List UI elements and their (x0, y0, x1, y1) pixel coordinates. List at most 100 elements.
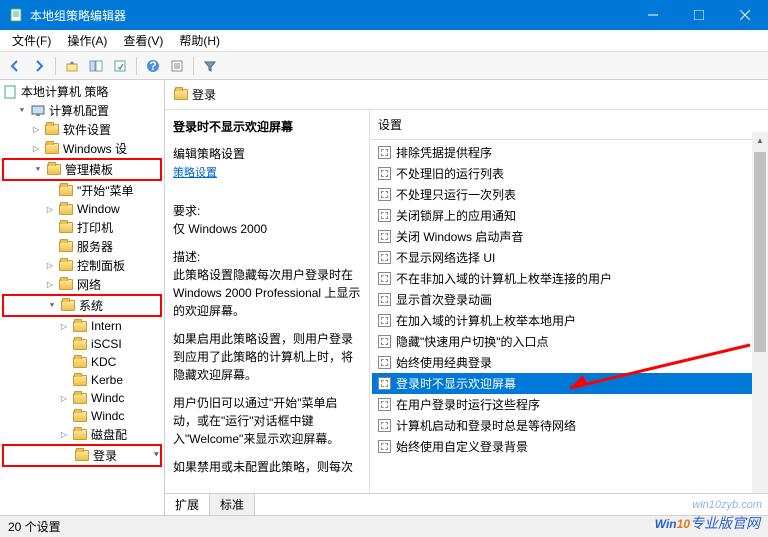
properties-button[interactable] (166, 55, 188, 77)
watermark: win10zyb.com (692, 499, 762, 511)
window-title: 本地组策略编辑器 (30, 7, 630, 24)
requirements-label: 要求: (173, 202, 361, 220)
setting-item[interactable]: 不处理只运行一次列表 (372, 184, 766, 205)
scrollbar-vertical[interactable]: ▲ (752, 132, 768, 493)
tree-label: 系统 (79, 297, 103, 314)
statusbar: 20 个设置 (0, 515, 768, 537)
setting-item[interactable]: 关闭 Windows 启动声音 (372, 226, 766, 247)
forward-button[interactable] (28, 55, 50, 77)
chevron-right-icon[interactable]: ▷ (58, 429, 70, 441)
setting-label: 不显示网络选择 UI (396, 249, 495, 266)
tree-item[interactable]: Kerbe (2, 371, 162, 389)
show-hide-tree-button[interactable] (85, 55, 107, 77)
setting-item[interactable]: 始终使用自定义登录背景 (372, 436, 766, 457)
close-button[interactable] (722, 0, 768, 30)
folder-icon (58, 184, 74, 198)
setting-item[interactable]: 关闭锁屏上的应用通知 (372, 205, 766, 226)
description-text: 用户仍旧可以通过"开始"菜单启动，或在"运行"对话框中键入"Welcome"来显… (173, 394, 361, 448)
tree-printers[interactable]: 打印机 (2, 218, 162, 237)
tree-software-settings[interactable]: ▷ 软件设置 (2, 120, 162, 139)
right-header-title: 登录 (192, 86, 216, 103)
tree-item[interactable]: iSCSI (2, 335, 162, 353)
tree-label: 网络 (77, 276, 101, 293)
policy-settings-link[interactable]: 策略设置 (173, 164, 217, 180)
scroll-up-icon[interactable]: ▲ (752, 132, 768, 148)
scrollbar-thumb[interactable] (754, 152, 766, 352)
tab-extended[interactable]: 扩展 (165, 494, 210, 515)
help-button[interactable]: ? (142, 55, 164, 77)
tree-network[interactable]: ▷ 网络 (2, 275, 162, 294)
back-button[interactable] (4, 55, 26, 77)
tree-item[interactable]: ▷ Windc (2, 389, 162, 407)
setting-item[interactable]: 不在非加入域的计算机上枚举连接的用户 (372, 268, 766, 289)
tree-item[interactable]: Windc (2, 407, 162, 425)
setting-item[interactable]: 在用户登录时运行这些程序 (372, 394, 766, 415)
description-text: 如果启用此策略设置，则用户登录到应用了此策略的计算机上时，将隐藏欢迎屏幕。 (173, 330, 361, 384)
setting-label: 关闭 Windows 启动声音 (396, 228, 523, 245)
setting-item[interactable]: 始终使用经典登录 (372, 352, 766, 373)
setting-item[interactable]: 在加入域的计算机上枚举本地用户 (372, 310, 766, 331)
maximize-button[interactable] (676, 0, 722, 30)
tree-item[interactable]: KDC (2, 353, 162, 371)
minimize-button[interactable] (630, 0, 676, 30)
chevron-right-icon[interactable]: ▷ (44, 260, 56, 272)
menu-action[interactable]: 操作(A) (59, 30, 115, 51)
setting-label: 排除凭据提供程序 (396, 144, 492, 161)
setting-item[interactable]: 登录时不显示欢迎屏幕 (372, 373, 766, 394)
tree-server[interactable]: 服务器 (2, 237, 162, 256)
tree-computer-config[interactable]: ⯆ 计算机配置 (2, 101, 162, 120)
policy-icon (376, 376, 392, 392)
up-button[interactable] (61, 55, 83, 77)
chevron-right-icon[interactable]: ▷ (58, 320, 70, 332)
description-panel: 登录时不显示欢迎屏幕 编辑策略设置 策略设置 要求: 仅 Windows 200… (165, 110, 370, 493)
toolbar: ? (0, 52, 768, 80)
tree-start-menu[interactable]: "开始"菜单 (2, 181, 162, 200)
tree-label: 计算机配置 (49, 102, 109, 119)
description-text: 此策略设置隐藏每次用户登录时在 Windows 2000 Professiona… (173, 266, 361, 320)
tree-label: 软件设置 (63, 121, 111, 138)
chevron-down-icon[interactable]: ⯆ (16, 105, 28, 117)
tree-root[interactable]: 本地计算机 策略 (2, 82, 162, 101)
setting-item[interactable]: 计算机启动和登录时总是等待网络 (372, 415, 766, 436)
tree-admin-templates[interactable]: ⯆ 管理模板 (2, 158, 162, 181)
chevron-right-icon[interactable]: ▷ (44, 203, 56, 215)
tree-windows-components[interactable]: ▷ Window (2, 200, 162, 218)
chevron-down-icon[interactable]: ⯆ (46, 300, 58, 312)
chevron-right-icon[interactable]: ▷ (30, 143, 42, 155)
setting-item[interactable]: 显示首次登录动画 (372, 289, 766, 310)
tree-panel[interactable]: 本地计算机 策略 ⯆ 计算机配置 ▷ 软件设置 ▷ Windows 设 ⯆ 管理… (0, 80, 165, 515)
tree-system[interactable]: ⯆ 系统 (2, 294, 162, 317)
tree-login[interactable]: 登录 ⯆ (2, 444, 162, 467)
setting-label: 登录时不显示欢迎屏幕 (396, 375, 516, 392)
setting-label: 在用户登录时运行这些程序 (396, 396, 540, 413)
tree-item[interactable]: ▷ Intern (2, 317, 162, 335)
tree-control-panel[interactable]: ▷ 控制面板 (2, 256, 162, 275)
menubar: 文件(F) 操作(A) 查看(V) 帮助(H) (0, 30, 768, 52)
settings-list[interactable]: 排除凭据提供程序不处理旧的运行列表不处理只运行一次列表关闭锁屏上的应用通知关闭 … (370, 140, 768, 493)
menu-view[interactable]: 查看(V) (115, 30, 171, 51)
chevron-right-icon[interactable]: ▷ (44, 279, 56, 291)
right-header: 登录 (165, 80, 768, 110)
tree-label: Window (77, 202, 120, 216)
setting-label: 始终使用经典登录 (396, 354, 492, 371)
edit-policy-link[interactable]: 编辑策略设置 (173, 147, 245, 161)
setting-item[interactable]: 不显示网络选择 UI (372, 247, 766, 268)
setting-item[interactable]: 不处理旧的运行列表 (372, 163, 766, 184)
chevron-right-icon[interactable]: ▷ (58, 392, 70, 404)
tree-label: 磁盘配 (91, 426, 127, 443)
setting-item[interactable]: 隐藏"快速用户切换"的入口点 (372, 331, 766, 352)
filter-button[interactable] (199, 55, 221, 77)
export-button[interactable] (109, 55, 131, 77)
menu-help[interactable]: 帮助(H) (171, 30, 228, 51)
tree-item[interactable]: ▷ 磁盘配 (2, 425, 162, 444)
requirements-value: 仅 Windows 2000 (173, 220, 361, 238)
tab-standard[interactable]: 标准 (210, 494, 255, 515)
menu-file[interactable]: 文件(F) (4, 30, 59, 51)
folder-icon (72, 428, 88, 442)
tree-windows-settings[interactable]: ▷ Windows 设 (2, 139, 162, 158)
settings-column-header[interactable]: 设置 (370, 110, 768, 140)
tree-label: 控制面板 (77, 257, 125, 274)
chevron-down-icon[interactable]: ⯆ (32, 164, 44, 176)
chevron-right-icon[interactable]: ▷ (30, 124, 42, 136)
setting-item[interactable]: 排除凭据提供程序 (372, 142, 766, 163)
